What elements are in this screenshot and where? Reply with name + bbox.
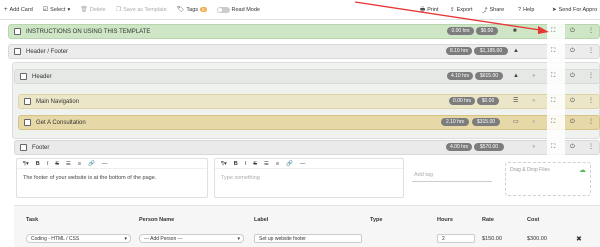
bullet-list-icon[interactable]: ☰: [66, 161, 71, 167]
notes-editor[interactable]: ¶▾ B I S ☰ ≡ 🔗 — Type something: [214, 158, 404, 198]
col-rate: Rate: [482, 217, 494, 223]
hours-input[interactable]: 2: [437, 234, 475, 243]
add-tag-input[interactable]: Add tag: [412, 172, 492, 182]
col-cost: Cost: [527, 217, 540, 223]
divider-icon[interactable]: —: [300, 161, 306, 167]
chevron-down-icon: ▾: [237, 235, 240, 242]
file-dropzone[interactable]: Drag & Drop Files ☁: [505, 162, 591, 196]
divider-icon[interactable]: —: [102, 161, 108, 167]
numbered-list-icon[interactable]: ≡: [78, 161, 81, 167]
italic-icon[interactable]: I: [245, 161, 247, 167]
person-select[interactable]: --- Add Person --- ▾: [139, 234, 244, 243]
editor-content[interactable]: The footer of your website is at the bot…: [17, 169, 207, 187]
bold-icon[interactable]: B: [234, 161, 238, 167]
col-type: Type: [370, 217, 383, 223]
editor-toolbar: ¶▾ B I S ☰ ≡ 🔗 —: [215, 159, 403, 169]
bold-icon[interactable]: B: [36, 161, 40, 167]
strikethrough-icon[interactable]: S: [253, 161, 257, 167]
label-input[interactable]: Set up website footer: [254, 234, 362, 243]
bullet-list-icon[interactable]: ☰: [264, 161, 269, 167]
link-icon[interactable]: 🔗: [88, 161, 95, 167]
col-label: Label: [254, 217, 269, 223]
dropzone-label: Drag & Drop Files: [510, 167, 550, 173]
paragraph-icon[interactable]: ¶▾: [23, 161, 29, 167]
chevron-down-icon: ▾: [124, 235, 127, 242]
link-icon[interactable]: 🔗: [286, 161, 293, 167]
editor-placeholder[interactable]: Type something: [215, 169, 403, 187]
paragraph-icon[interactable]: ¶▾: [221, 161, 227, 167]
editor-toolbar: ¶▾ B I S ☰ ≡ 🔗 —: [17, 159, 207, 169]
col-person-name: Person Name: [139, 217, 175, 223]
task-select[interactable]: Coding - HTML / CSS ▾: [26, 234, 131, 243]
cost-value: $300.00: [527, 236, 547, 242]
col-hours: Hours: [437, 217, 453, 223]
upload-icon: ☁: [579, 167, 586, 174]
italic-icon[interactable]: I: [47, 161, 49, 167]
description-editor[interactable]: ¶▾ B I S ☰ ≡ 🔗 — The footer of your webs…: [16, 158, 208, 198]
numbered-list-icon[interactable]: ≡: [276, 161, 279, 167]
rate-value: $150.00: [482, 236, 502, 242]
col-task: Task: [26, 217, 39, 223]
remove-row-icon[interactable]: ✖: [576, 235, 582, 243]
strikethrough-icon[interactable]: S: [55, 161, 59, 167]
